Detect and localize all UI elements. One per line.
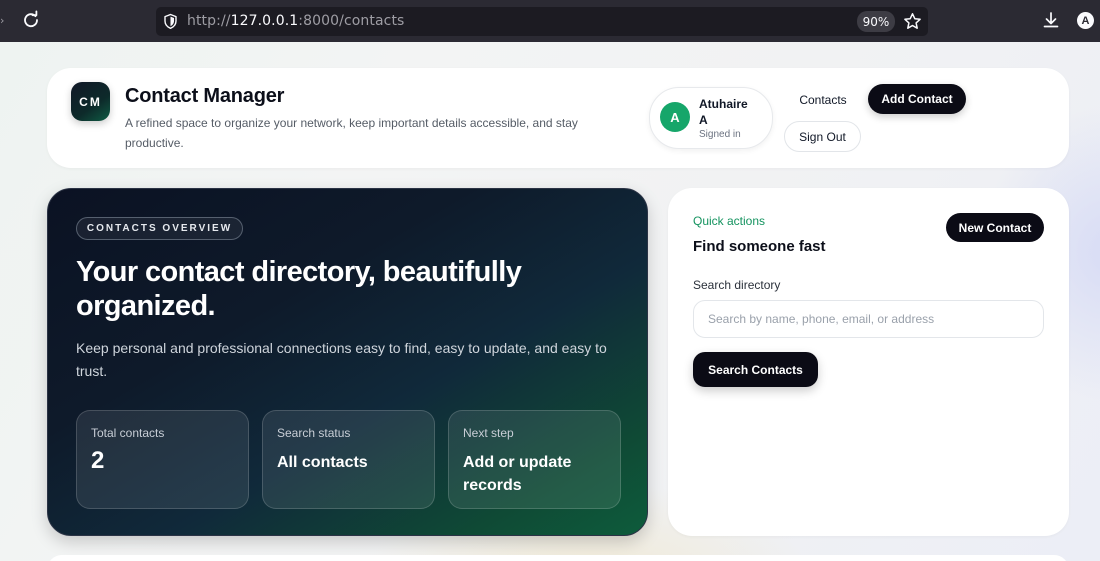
nav-contacts-link[interactable]: Contacts: [785, 89, 861, 111]
address-bar[interactable]: http://127.0.0.1:8000/contacts 90%: [156, 7, 928, 36]
app-title: Contact Manager: [125, 85, 285, 107]
stat-label: Total contacts: [91, 426, 165, 440]
page-content: CM Contact Manager A refined space to or…: [0, 42, 1100, 561]
user-badge: A Atuhaire A Signed in: [649, 87, 773, 149]
quick-actions-card: Quick actions Find someone fast New Cont…: [668, 188, 1069, 536]
quick-actions-title: Find someone fast: [693, 238, 826, 255]
new-contact-button[interactable]: New Contact: [946, 213, 1044, 242]
search-contacts-button[interactable]: Search Contacts: [693, 352, 818, 387]
url-text[interactable]: http://127.0.0.1:8000/contacts: [187, 13, 404, 29]
hero-description: Keep personal and professional connectio…: [76, 340, 607, 379]
url-host: 127.0.0.1: [230, 13, 299, 29]
add-contact-button[interactable]: Add Contact: [868, 84, 966, 114]
account-avatar-icon[interactable]: A: [1077, 12, 1094, 29]
sidebar-arrow-icon[interactable]: ›: [0, 14, 4, 27]
overview-eyebrow: CONTACTS OVERVIEW: [76, 217, 243, 240]
stat-next-step: Next step Add or update records: [448, 410, 621, 509]
browser-toolbar: › http://127.0.0.1:8000/contacts 90% A: [0, 0, 1100, 42]
zoom-badge[interactable]: 90%: [857, 11, 895, 32]
hero-title: Your contact directory, beautifully orga…: [76, 256, 522, 322]
contacts-list-card: [47, 555, 1069, 561]
download-icon[interactable]: [1042, 11, 1060, 31]
bookmark-star-icon[interactable]: [903, 12, 922, 31]
user-status: Signed in: [699, 129, 741, 140]
stat-total-contacts: Total contacts 2: [76, 410, 249, 509]
url-scheme: http://: [187, 13, 231, 29]
stat-value: 2: [91, 447, 105, 474]
stat-search-status: Search status All contacts: [262, 410, 435, 509]
app-subtitle: A refined space to organize your network…: [125, 116, 578, 150]
sign-out-button[interactable]: Sign Out: [784, 121, 861, 152]
shield-icon[interactable]: [162, 13, 179, 30]
stat-value: All contacts: [277, 454, 368, 471]
app-header: CM Contact Manager A refined space to or…: [47, 68, 1069, 168]
stat-label: Next step: [463, 426, 514, 440]
app-logo: CM: [71, 82, 110, 121]
stat-label: Search status: [277, 426, 351, 440]
search-input[interactable]: [693, 300, 1044, 338]
user-name: Atuhaire A: [699, 97, 748, 127]
reload-icon[interactable]: [20, 9, 42, 31]
overview-card: CONTACTS OVERVIEW Your contact directory…: [47, 188, 648, 536]
search-label: Search directory: [693, 278, 781, 292]
url-path: :8000/contacts: [298, 13, 405, 29]
quick-actions-eyebrow: Quick actions: [693, 214, 766, 228]
avatar: A: [660, 102, 690, 132]
stat-value: Add or update records: [463, 454, 572, 494]
